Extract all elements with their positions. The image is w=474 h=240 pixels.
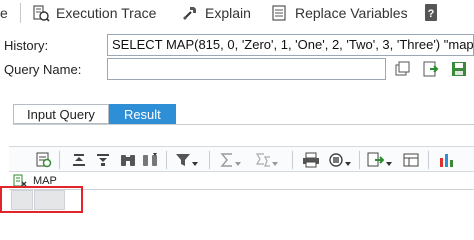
history-field[interactable]: SELECT MAP(815, 0, 'Zero', 1, 'One', 2, …	[107, 34, 474, 56]
result-toolbar-separator	[428, 151, 429, 169]
toolbar-separator	[20, 3, 21, 23]
print-button[interactable]	[302, 150, 320, 170]
sort-ascending-icon	[73, 154, 85, 166]
history-label: History:	[4, 38, 49, 53]
layout-button[interactable]	[403, 150, 419, 170]
replace-variables-label: Replace Variables	[295, 4, 408, 21]
view-button[interactable]	[328, 150, 351, 170]
result-toolbar-separator	[359, 151, 360, 169]
chevron-down-icon	[235, 162, 241, 166]
sort-descending-icon	[97, 154, 109, 166]
result-toolbar-separator	[292, 151, 293, 169]
result-toolbar-separator	[166, 151, 167, 169]
result-toolbar	[9, 146, 474, 172]
find-button[interactable]	[119, 150, 137, 170]
execution-trace-button[interactable]: Execution Trace	[32, 0, 156, 25]
export-icon	[367, 152, 385, 167]
tab-underline	[13, 124, 474, 125]
svg-text:?: ?	[428, 8, 435, 20]
layout-icon	[403, 153, 419, 167]
graphic-button[interactable]	[438, 150, 456, 170]
load-query-button[interactable]	[421, 59, 441, 79]
main-toolbar: e Execution Trace Explain Replace Variab…	[0, 0, 474, 27]
sort-descending-button[interactable]	[95, 150, 111, 170]
load-query-icon	[423, 61, 439, 77]
result-toolbar-separator	[209, 151, 210, 169]
print-icon	[303, 152, 319, 168]
details-button[interactable]	[35, 150, 53, 170]
details-icon	[36, 152, 52, 168]
help-book-icon: ?	[425, 3, 437, 21]
bar-chart-icon	[440, 154, 453, 167]
highlight-box	[0, 186, 83, 213]
chevron-down-icon	[272, 162, 278, 166]
subtotal-button[interactable]	[255, 150, 278, 170]
tab-input-query[interactable]: Input Query	[13, 104, 109, 124]
save-query-button[interactable]	[449, 59, 469, 79]
find-next-button[interactable]	[141, 150, 159, 170]
save-icon	[452, 62, 466, 76]
replace-variables-button[interactable]: Replace Variables	[271, 0, 408, 25]
chevron-down-icon	[345, 162, 351, 166]
replace-variables-icon	[272, 4, 286, 21]
chevron-down-icon	[386, 162, 392, 166]
partial-toolbar-button[interactable]: e	[0, 0, 8, 25]
explain-button[interactable]: Explain	[181, 0, 251, 25]
partial-toolbar-label: e	[0, 4, 8, 21]
tab-input-query-label: Input Query	[27, 106, 95, 122]
tab-result-label: Result	[123, 106, 161, 122]
binoculars-icon	[121, 155, 135, 166]
explain-icon	[183, 6, 196, 20]
query-name-label: Query Name:	[4, 62, 82, 77]
filter-button[interactable]	[175, 150, 198, 170]
tab-result[interactable]: Result	[108, 104, 176, 124]
sum-icon	[220, 153, 232, 167]
subtotal-icon	[255, 153, 270, 167]
copy-icon	[395, 61, 410, 76]
filter-icon	[176, 154, 190, 166]
explain-label: Explain	[205, 4, 251, 21]
sort-ascending-button[interactable]	[71, 150, 87, 170]
result-tabs: Input Query Result	[13, 104, 176, 124]
result-toolbar-separator	[59, 151, 60, 169]
help-button[interactable]: ?	[422, 0, 440, 25]
view-icon	[329, 153, 343, 167]
total-button[interactable]	[220, 150, 241, 170]
copy-query-button[interactable]	[392, 59, 412, 79]
chevron-down-icon	[192, 162, 198, 166]
find-next-icon	[143, 153, 157, 166]
execution-trace-icon	[33, 4, 50, 22]
execution-trace-label: Execution Trace	[56, 4, 157, 21]
export-button[interactable]	[367, 150, 392, 170]
query-name-field[interactable]	[107, 58, 386, 80]
